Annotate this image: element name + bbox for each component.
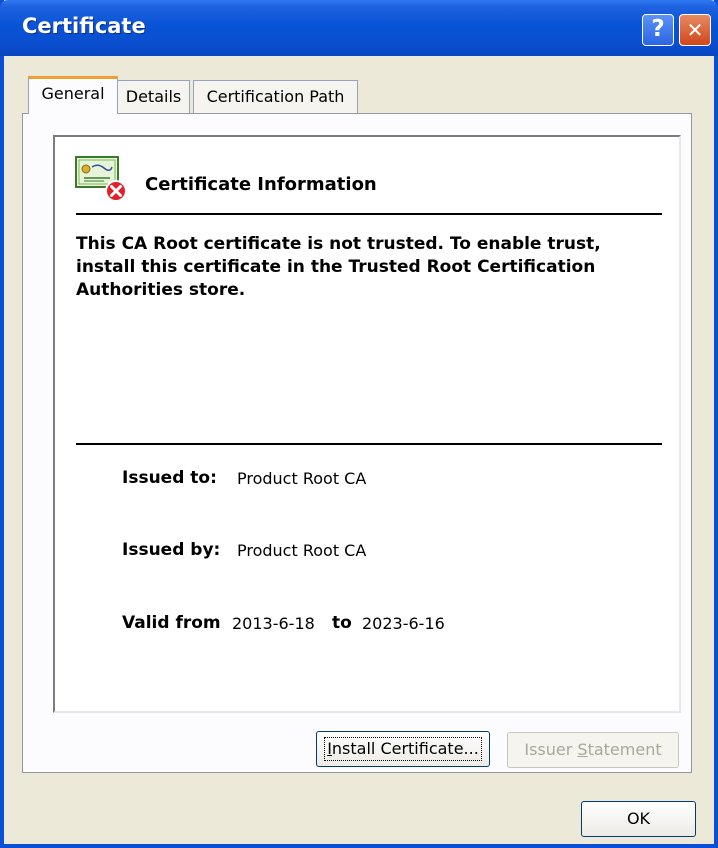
close-button[interactable]: ✕	[679, 14, 711, 46]
issuer-statement-button: Issuer Statement	[507, 732, 679, 768]
issued-by-value: Product Root CA	[237, 541, 367, 560]
certificate-untrusted-icon	[75, 156, 127, 202]
tab-details[interactable]: Details	[117, 80, 190, 114]
window-title: Certificate	[22, 14, 146, 38]
issuer-mnemonic: S	[577, 740, 588, 759]
issuer-label-prefix: Issuer	[524, 740, 578, 759]
valid-to-label: to	[332, 613, 352, 633]
divider	[76, 213, 662, 215]
issued-by-label: Issued by:	[122, 540, 221, 560]
valid-from-value: 2013-6-18	[232, 614, 315, 633]
ok-button[interactable]: OK	[581, 801, 696, 837]
issued-to-value: Product Root CA	[237, 469, 367, 488]
divider	[76, 443, 662, 445]
issued-to-label: Issued to:	[122, 468, 217, 488]
issuer-label-rest: tatement	[587, 740, 662, 759]
focus-rectangle: Install Certificate...	[324, 737, 482, 761]
help-button[interactable]: ?	[642, 14, 674, 46]
valid-from-label: Valid from	[122, 613, 221, 633]
valid-to-value: 2023-6-16	[362, 614, 445, 633]
tab-certification-path[interactable]: Certification Path	[193, 80, 358, 114]
trust-warning-text: This CA Root certificate is not trusted.…	[76, 234, 601, 300]
certificate-info-heading: Certificate Information	[145, 174, 377, 195]
title-bar[interactable]: Certificate ? ✕	[0, 0, 718, 56]
help-icon: ?	[651, 16, 665, 42]
install-label: nstall Certificate...	[331, 739, 479, 758]
install-certificate-button[interactable]: Install Certificate...	[316, 731, 490, 767]
tab-general[interactable]: General	[28, 76, 118, 114]
close-icon: ✕	[686, 18, 704, 42]
